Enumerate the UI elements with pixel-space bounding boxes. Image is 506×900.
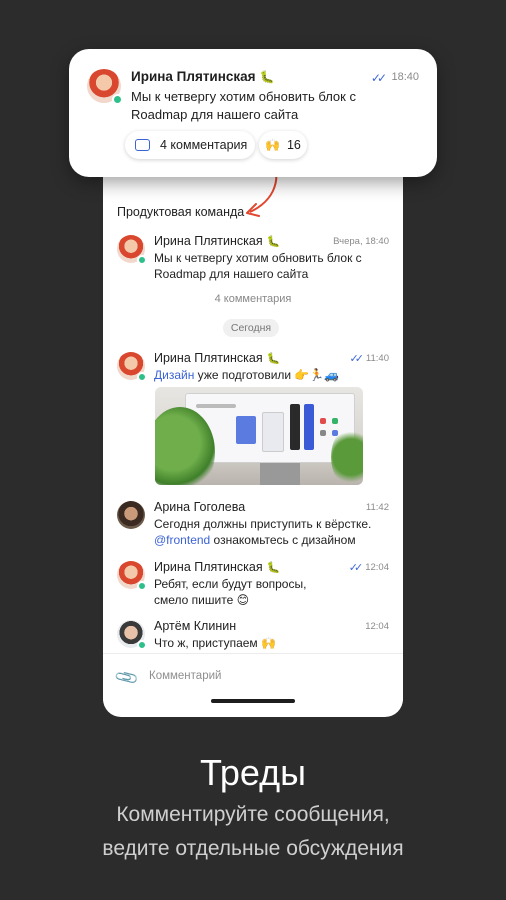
reaction-count: 16 [286,138,301,152]
online-indicator [137,581,147,591]
message-text-rest: уже подготовили 👉🏃🚙 [194,368,340,382]
message-preview-card[interactable]: Ирина Плятинская 🐛 ✓✓ 18:40 Мы к четвергу… [69,49,437,177]
message-text: Мы к четвергу хотим обновить блок с Road… [154,251,362,281]
comment-input[interactable]: Комментарий [149,670,221,682]
avatar[interactable] [117,352,147,382]
status-emoji: 🐛 [259,70,275,84]
author-name[interactable]: Ирина Плятинская [154,351,263,365]
avatar[interactable] [117,235,147,265]
home-indicator [211,699,295,703]
avatar[interactable] [117,501,145,529]
thread-screen: Продуктовая команда Ирина Плятинская 🐛 В… [103,150,403,717]
status-emoji: 🐛 [266,561,281,574]
message-text-rest: ознакомьтесь с дизайном [210,533,356,547]
online-indicator [137,640,147,650]
message-time: 12:04 [365,561,389,573]
message-text-line: Сегодня должны приступить к вёрстке. [154,517,372,531]
author-name[interactable]: Артём Клинин [154,619,236,633]
status-emoji: 🐛 [266,235,281,248]
author-name[interactable]: Ирина Плятинская [154,560,263,574]
message-time: 18:40 [391,71,419,83]
message-time: 11:42 [365,501,389,513]
avatar[interactable] [117,561,147,591]
date-divider: Сегодня [223,319,279,337]
reaction-button[interactable]: 🙌 16 [259,131,307,159]
message-time: 12:04 [365,620,389,632]
mention-link[interactable]: @frontend [154,533,210,547]
online-indicator [112,94,123,105]
message-text: Что ж, приступаем 🙌 [154,636,276,650]
message-text: Сегодня должны приступить к вёрстке. @fr… [154,516,389,548]
online-indicator [137,255,147,265]
comment-composer[interactable]: 📎 Комментарий [103,653,403,701]
read-ticks-icon: ✓✓ [349,352,364,365]
comments-button[interactable]: 4 комментария [125,131,255,159]
avatar[interactable] [117,620,147,650]
message-text: Ребят, если будут вопросы, смело пишите … [154,577,307,607]
mention-link[interactable]: Дизайн [154,368,194,382]
avatar[interactable] [87,69,123,105]
read-ticks-icon: ✓✓ [348,561,364,574]
read-ticks-icon: ✓✓ [370,71,387,85]
author-name[interactable]: Арина Гоголева [154,500,245,514]
plant-decoration [331,427,363,485]
promo-subline: Комментируйте сообщения, [116,803,390,826]
status-emoji: 🐛 [266,352,281,365]
message-time: 11:40 [365,352,389,364]
comment-count: 4 комментария [214,293,292,305]
author-name[interactable]: Ирина Плятинская 🐛 [131,69,275,84]
monitor-stand [260,463,300,485]
comments-label: 4 комментария [160,138,248,152]
reaction-emoji: 🙌 [265,138,280,152]
promo-subline: ведите отдельные обсуждения [102,837,404,860]
message-text: Дизайн уже подготовили 👉🏃🚙 [154,367,389,383]
author-name[interactable]: Ирина Плятинская [154,234,263,248]
image-attachment[interactable] [155,387,363,485]
attach-icon[interactable]: 📎 [113,664,141,692]
online-indicator [137,372,147,382]
promo-headline: Треды [199,752,307,793]
message-text: Мы к четвергу хотим обновить блок с Road… [131,89,356,122]
channel-title: Продуктовая команда [117,205,245,219]
comments-icon [135,139,150,151]
message-time: Вчера, 18:40 [333,235,389,247]
